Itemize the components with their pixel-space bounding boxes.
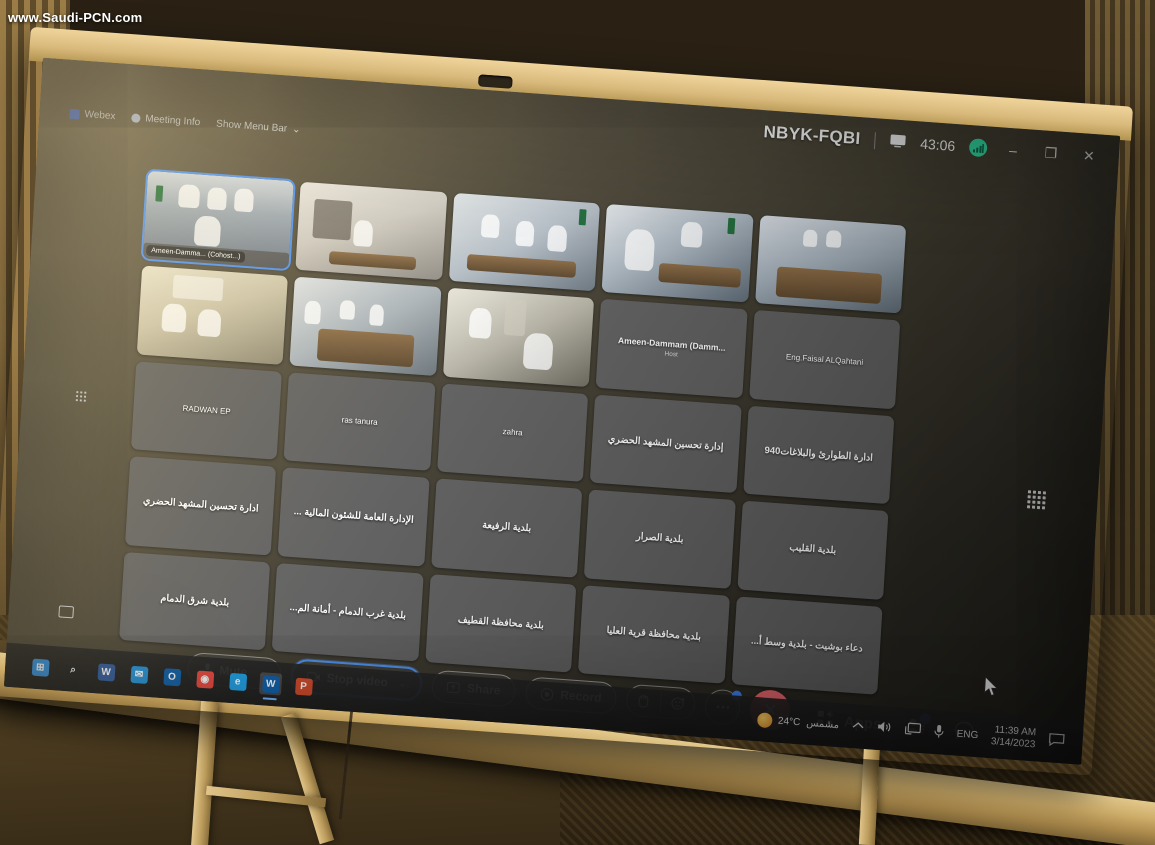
participant-tile[interactable]: بلدية الصرار [583,489,736,589]
participant-tile[interactable] [448,192,601,292]
monitor-icon[interactable] [889,133,907,151]
info-icon [131,113,141,123]
microphone-icon[interactable] [933,724,944,742]
webex-app-glyph: W [261,674,280,693]
participant-grid: Ameen-Damma... (Cohost...) Ameen-Dammam (… [119,168,907,695]
webex-logo-icon [69,108,80,120]
mail-app[interactable]: ✉ [127,663,150,687]
participant-tile[interactable]: ادارة تحسين المشهد الحضري [124,456,277,556]
participant-tile[interactable]: zahra [436,383,589,483]
show-hidden-icons-button[interactable] [852,721,865,733]
participant-tile[interactable]: بلدية محافظة القطيف [425,573,577,673]
display-icon[interactable] [58,605,75,619]
signal-strength-icon[interactable] [968,138,988,158]
watermark: www.Saudi-PCN.com [8,10,143,25]
start-button-glyph: ⊞ [31,658,50,677]
weather-widget[interactable]: 24°C مشمس [756,711,840,733]
participant-name-label: دعاء بوشيت - بلدية وسط أ... [750,635,864,655]
titlebar-divider [873,131,876,149]
edge-app[interactable]: e [226,670,249,694]
weather-temp: 24°C [777,715,801,728]
chrome-app-glyph: ◉ [195,669,214,689]
participant-tile[interactable] [754,215,907,314]
powerpoint-app-glyph: P [294,677,313,696]
participant-tile[interactable]: الإدارة العامة للشئون المالية ... [277,467,430,567]
taskbar-clock[interactable]: 11:39 AM 3/14/2023 [991,724,1037,752]
participant-name-label: RADWAN EP [182,403,231,417]
meeting-info-button[interactable]: Meeting Info [131,112,201,128]
participant-tile[interactable]: بلدية محافظة قرية العليا [578,584,730,684]
participant-tile[interactable]: دعاء بوشيت - بلدية وسط أ... [731,595,883,695]
wall-display: NBYK-FQBI 43:06 – ❐ ✕ Webex Meeting Info… [0,8,1134,787]
participant-name-label: zahra [502,427,523,438]
outlook-app[interactable]: O [160,665,183,689]
weather-desc: مشمس [805,717,840,731]
word-app[interactable]: W [94,660,117,684]
display-cast-icon[interactable] [904,722,921,739]
webex-meeting-window: NBYK-FQBI 43:06 – ❐ ✕ Webex Meeting Info… [3,58,1120,765]
participant-tile[interactable]: Ameen-Damma... (Cohost...) [140,168,297,272]
participant-name-label: بلدية الرفيعة [481,520,532,535]
edge-app-glyph: e [228,672,247,691]
participant-name-label: Eng.Faisal ALQahtani [785,351,864,367]
minimize-button[interactable]: – [1001,139,1026,161]
webex-app-label: Webex [84,108,116,123]
participant-tile[interactable]: بلدية الرفيعة [430,478,583,578]
mail-app-glyph: ✉ [129,665,148,684]
participant-name-label: إدارة تحسين المشهد الحضري [607,433,724,454]
participant-tile[interactable] [136,265,289,365]
participant-tile[interactable]: RADWAN EP [130,361,283,460]
participant-tile[interactable]: ras tanura [283,372,436,472]
participant-name-label: بلدية شرق الدمام [160,592,230,609]
participant-tile[interactable] [295,181,448,281]
participant-name-label: بلدية محافظة القطيف [457,614,545,632]
participant-tile[interactable]: بلدية شرق الدمام [119,551,271,651]
show-menu-bar-button[interactable]: Show Menu Bar ⌄ [216,119,301,136]
participant-tile[interactable]: بلدية القليب [736,500,889,600]
sun-icon [756,711,773,728]
webex-app-badge[interactable]: Webex [69,108,116,122]
participant-name-label: ras tanura [341,415,378,427]
close-button[interactable]: ✕ [1076,145,1101,167]
participant-tile[interactable]: إدارة تحسين المشهد الحضري [589,394,742,494]
participant-tile[interactable]: بلدية غرب الدمام - أمانة الم... [272,562,424,662]
volume-icon[interactable] [876,720,892,737]
language-indicator[interactable]: ENG [956,728,978,741]
meeting-timer: 43:06 [919,135,956,155]
meeting-id-label: NBYK-FQBI [762,122,862,149]
start-button[interactable]: ⊞ [29,655,52,679]
search-button[interactable]: ⌕ [61,658,84,682]
participant-tile[interactable]: ادارة الطوارئ والبلاغات940 [742,405,895,505]
participant-tile[interactable] [601,203,754,303]
chrome-app[interactable]: ◉ [193,667,216,691]
participant-tile[interactable] [442,288,595,387]
show-menu-bar-label: Show Menu Bar [215,118,288,135]
participant-name-label: ادارة تحسين المشهد الحضري [142,495,259,515]
participant-name-label: بلدية القليب [789,542,837,557]
webex-app[interactable]: W [258,672,283,696]
clock-date: 3/14/2023 [990,736,1036,751]
grid-dots-icon[interactable] [75,391,87,402]
outlook-app-glyph: O [162,667,181,686]
participant-name-label: بلدية الصرار [635,531,684,546]
display-camera [478,74,513,89]
participant-name-label: بلدية غرب الدمام - أمانة الم... [289,601,407,622]
word-app-glyph: W [97,662,116,682]
chevron-down-icon: ⌄ [291,124,301,136]
display-screen: NBYK-FQBI 43:06 – ❐ ✕ Webex Meeting Info… [3,57,1121,765]
notification-icon[interactable] [1048,732,1065,750]
participant-name-label: ادارة الطوارئ والبلاغات940 [764,445,874,464]
participant-tile[interactable]: Eng.Faisal ALQahtani [748,310,901,410]
layout-grid-icon[interactable] [1026,490,1047,510]
maximize-restore-button[interactable]: ❐ [1038,142,1063,164]
participant-tile[interactable] [289,277,442,376]
meeting-info-label: Meeting Info [144,113,201,129]
mouse-cursor [983,675,999,697]
participant-tile[interactable]: Ameen-Dammam (Damm... Host [595,299,748,399]
participant-name-label: بلدية محافظة قرية العليا [606,624,702,643]
powerpoint-app[interactable]: P [292,674,315,698]
search-button-glyph: ⌕ [69,663,77,676]
participant-name-label: الإدارة العامة للشئون المالية ... [293,506,415,527]
